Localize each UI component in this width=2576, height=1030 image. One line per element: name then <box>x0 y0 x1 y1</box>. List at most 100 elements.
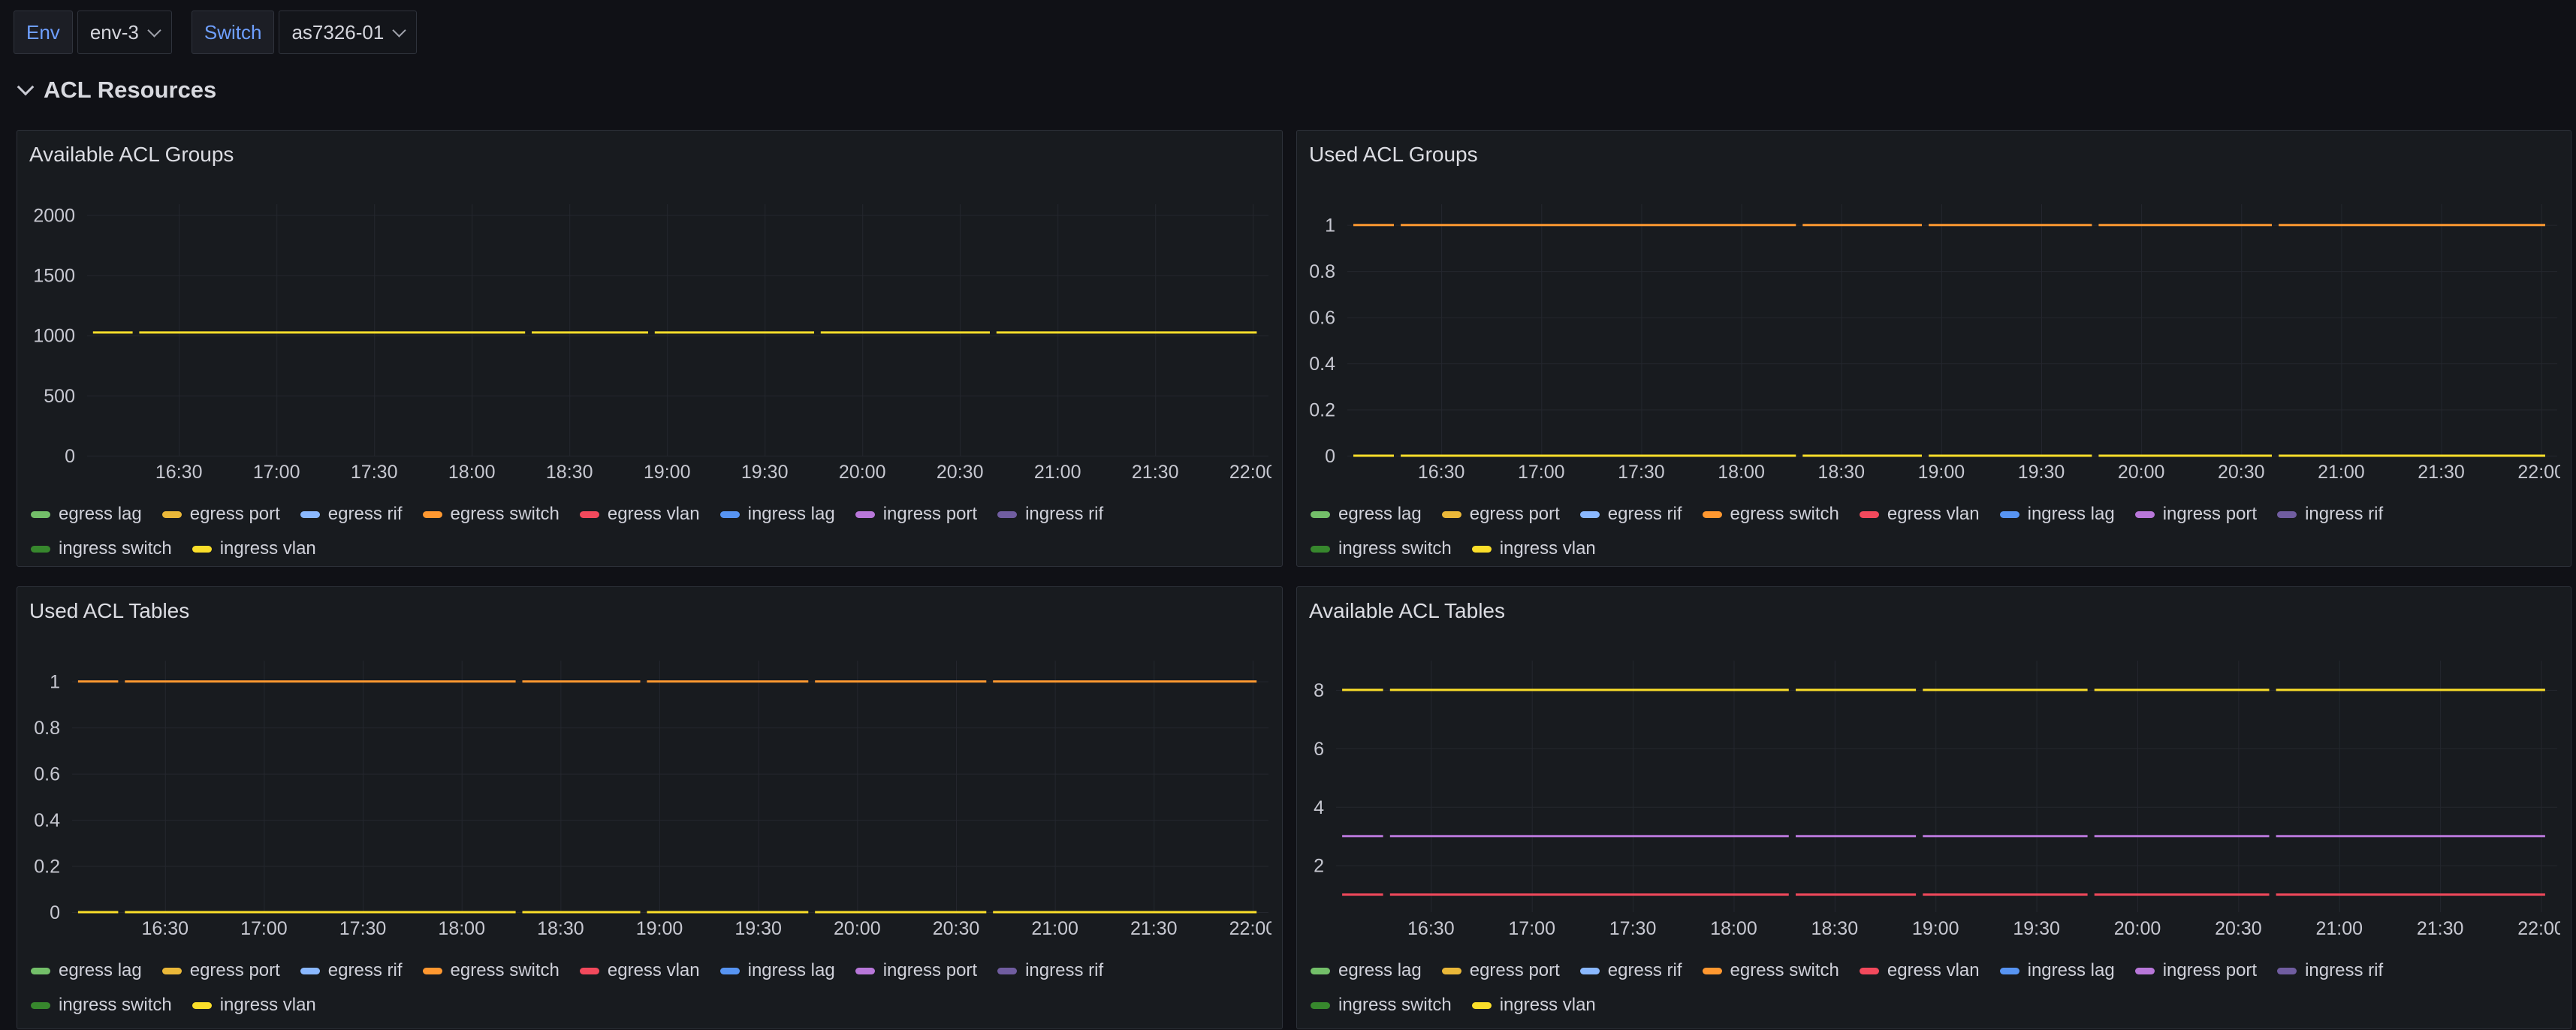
time-series-chart[interactable]: 246816:3017:0017:3018:0018:3019:0019:302… <box>1309 623 2560 953</box>
legend-item-ingress-vlan[interactable]: ingress vlan <box>192 538 316 559</box>
time-series-chart[interactable]: 00.20.40.60.8116:3017:0017:3018:0018:301… <box>29 623 1271 953</box>
x-tick-label: 17:30 <box>1618 462 1665 483</box>
legend-label: egress vlan <box>608 504 700 525</box>
legend-item-egress-port[interactable]: egress port <box>1442 504 1560 525</box>
legend-label: ingress port <box>2163 504 2257 525</box>
legend-item-ingress-lag[interactable]: ingress lag <box>720 504 835 525</box>
x-tick-label: 20:30 <box>937 462 984 483</box>
legend-item-egress-rif[interactable]: egress rif <box>300 960 403 981</box>
legend-item-ingress-rif[interactable]: ingress rif <box>2277 504 2383 525</box>
panel-title[interactable]: Available ACL Tables <box>1297 587 2571 623</box>
legend-item-egress-lag[interactable]: egress lag <box>31 504 142 525</box>
y-tick-label: 0.8 <box>1309 261 1335 282</box>
legend-item-egress-port[interactable]: egress port <box>162 960 280 981</box>
legend-item-egress-switch[interactable]: egress switch <box>423 960 560 981</box>
legend-row: ingress switch ingress vlan <box>31 988 1282 1022</box>
legend-item-egress-rif[interactable]: egress rif <box>1580 960 1682 981</box>
x-tick-label: 18:30 <box>546 462 593 483</box>
legend-swatch-icon <box>300 511 320 518</box>
legend-swatch-icon <box>31 1002 50 1009</box>
legend-swatch-icon <box>1472 1002 1492 1009</box>
panel-title[interactable]: Available ACL Groups <box>17 131 1282 167</box>
legend-label: egress vlan <box>1887 960 1980 981</box>
legend-swatch-icon <box>1580 968 1600 974</box>
legend-item-ingress-rif[interactable]: ingress rif <box>997 960 1103 981</box>
legend-item-ingress-port[interactable]: ingress port <box>855 504 977 525</box>
legend-swatch-icon <box>192 546 212 553</box>
y-axis-tick-labels: 0500100015002000 <box>33 205 75 467</box>
switch-variable-dropdown[interactable]: as7326-01 <box>279 11 417 54</box>
legend-item-ingress-rif[interactable]: ingress rif <box>2277 960 2383 981</box>
legend-item-egress-vlan[interactable]: egress vlan <box>580 960 700 981</box>
x-axis-tick-labels: 16:3017:0017:3018:0018:3019:0019:3020:00… <box>1418 462 2560 483</box>
x-axis-tick-labels: 16:3017:0017:3018:0018:3019:0019:3020:00… <box>1407 918 2560 939</box>
y-tick-label: 0 <box>65 446 75 467</box>
y-tick-label: 8 <box>1314 680 1324 701</box>
y-tick-label: 0 <box>50 902 60 923</box>
panel-title[interactable]: Used ACL Tables <box>17 587 1282 623</box>
x-tick-label: 18:00 <box>1710 918 1757 939</box>
section-header-acl-resources[interactable]: ACL Resources <box>20 77 216 104</box>
legend-label: egress switch <box>1730 504 1839 525</box>
time-series-chart[interactable]: 00.20.40.60.8116:3017:0017:3018:0018:301… <box>1309 167 2560 497</box>
panel-used-acl-groups: Used ACL Groups 00.20.40.60.8116:3017:00… <box>1296 130 2571 567</box>
legend-row: ingress switch ingress vlan <box>31 532 1282 566</box>
legend-item-ingress-port[interactable]: ingress port <box>855 960 977 981</box>
chevron-down-icon <box>147 23 161 37</box>
legend-item-ingress-switch[interactable]: ingress switch <box>31 538 172 559</box>
legend-item-egress-lag[interactable]: egress lag <box>31 960 142 981</box>
x-tick-label: 19:00 <box>1912 918 1959 939</box>
x-tick-label: 17:00 <box>1518 462 1565 483</box>
x-tick-label: 18:30 <box>537 918 584 939</box>
panel-title[interactable]: Used ACL Groups <box>1297 131 2571 167</box>
x-tick-label: 16:30 <box>1407 918 1455 939</box>
legend-item-ingress-vlan[interactable]: ingress vlan <box>1472 995 1596 1016</box>
legend-item-ingress-port[interactable]: ingress port <box>2135 504 2257 525</box>
panel-legend: egress lag egress port egress rif egress sw… <box>1297 497 2571 566</box>
x-tick-label: 21:00 <box>2318 462 2365 483</box>
env-variable-dropdown[interactable]: env-3 <box>77 11 172 54</box>
legend-swatch-icon <box>2135 511 2155 518</box>
legend-swatch-icon <box>2277 968 2297 974</box>
legend-item-ingress-switch[interactable]: ingress switch <box>1311 995 1452 1016</box>
legend-swatch-icon <box>31 546 50 553</box>
legend-item-egress-lag[interactable]: egress lag <box>1311 960 1422 981</box>
y-tick-label: 1500 <box>33 266 75 287</box>
x-tick-label: 16:30 <box>155 462 203 483</box>
legend-label: egress port <box>190 504 280 525</box>
legend-item-ingress-rif[interactable]: ingress rif <box>997 504 1103 525</box>
legend-label: egress vlan <box>608 960 700 981</box>
legend-item-ingress-vlan[interactable]: ingress vlan <box>192 995 316 1016</box>
legend-item-egress-switch[interactable]: egress switch <box>1703 504 1839 525</box>
legend-item-egress-rif[interactable]: egress rif <box>1580 504 1682 525</box>
legend-row: ingress switch ingress vlan <box>1311 988 2571 1022</box>
legend-item-egress-lag[interactable]: egress lag <box>1311 504 1422 525</box>
legend-item-egress-vlan[interactable]: egress vlan <box>1860 960 1980 981</box>
legend-item-egress-switch[interactable]: egress switch <box>423 504 560 525</box>
legend-item-egress-vlan[interactable]: egress vlan <box>580 504 700 525</box>
legend-item-egress-switch[interactable]: egress switch <box>1703 960 1839 981</box>
time-series-chart[interactable]: 050010001500200016:3017:0017:3018:0018:3… <box>29 167 1271 497</box>
legend-item-egress-vlan[interactable]: egress vlan <box>1860 504 1980 525</box>
legend-item-ingress-port[interactable]: ingress port <box>2135 960 2257 981</box>
legend-label: ingress port <box>883 504 977 525</box>
x-tick-label: 19:30 <box>734 918 782 939</box>
x-tick-label: 16:30 <box>141 918 189 939</box>
legend-row: egress lag egress port egress rif egress sw… <box>1311 497 2571 532</box>
legend-item-ingress-vlan[interactable]: ingress vlan <box>1472 538 1596 559</box>
legend-item-ingress-switch[interactable]: ingress switch <box>31 995 172 1016</box>
legend-item-egress-rif[interactable]: egress rif <box>300 504 403 525</box>
x-tick-label: 19:00 <box>644 462 691 483</box>
legend-swatch-icon <box>31 968 50 974</box>
legend-label: ingress lag <box>2028 960 2115 981</box>
legend-item-ingress-lag[interactable]: ingress lag <box>2000 504 2115 525</box>
x-tick-label: 17:00 <box>1508 918 1555 939</box>
legend-item-egress-port[interactable]: egress port <box>1442 960 1560 981</box>
legend-label: ingress vlan <box>220 995 316 1016</box>
legend-item-egress-port[interactable]: egress port <box>162 504 280 525</box>
legend-item-ingress-switch[interactable]: ingress switch <box>1311 538 1452 559</box>
legend-item-ingress-lag[interactable]: ingress lag <box>2000 960 2115 981</box>
legend-swatch-icon <box>1311 968 1330 974</box>
legend-label: ingress lag <box>748 960 835 981</box>
legend-item-ingress-lag[interactable]: ingress lag <box>720 960 835 981</box>
